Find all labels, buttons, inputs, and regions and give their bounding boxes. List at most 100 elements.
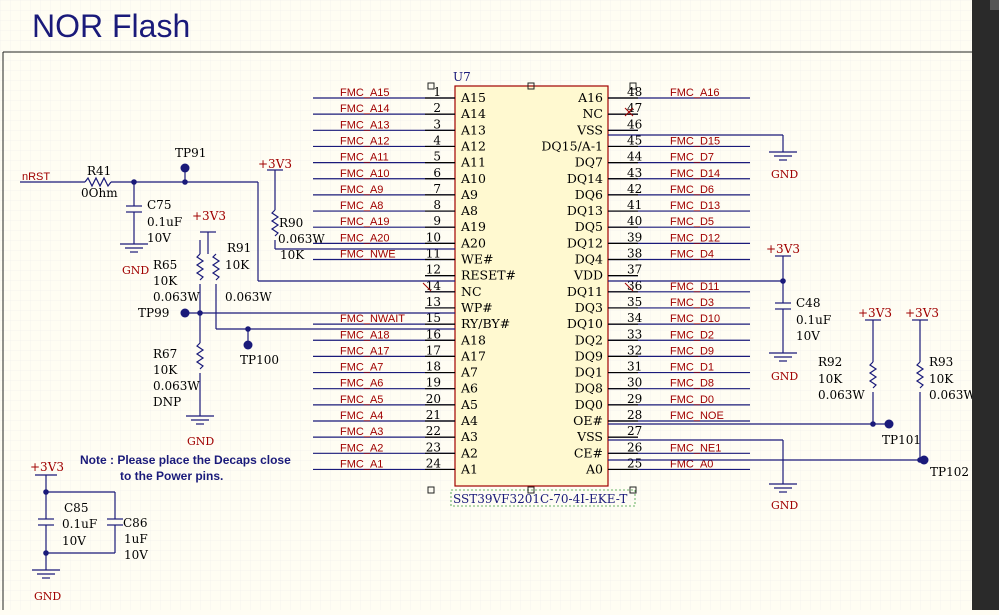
left-net-label-19: FMC_A6 [340, 378, 383, 390]
left-net-label-11: FMC_NWE [340, 249, 396, 261]
tp101-dot[interactable] [884, 419, 894, 429]
right-pin-number-34: 34 [627, 311, 643, 325]
right-net-label-31: FMC_D1 [670, 362, 714, 374]
c85-ref: C85 [64, 501, 88, 515]
junction-vdd [780, 278, 786, 284]
right-pin-name-43: DQ14 [567, 171, 603, 186]
right-pin-name-39: DQ12 [567, 235, 603, 250]
right-net-label-40: FMC_D5 [670, 216, 714, 228]
c85-voltage: 10V [62, 534, 86, 548]
right-pin-number-39: 39 [627, 230, 642, 244]
r93-value: 10K [929, 372, 954, 386]
r90-ref: R90 [279, 216, 303, 230]
right-pin-name-45: DQ15/A-1 [541, 138, 603, 153]
left-net-label-5: FMC_A11 [340, 152, 389, 164]
left-net-label-15: FMC_NWAIT [340, 313, 405, 325]
tp102-dot[interactable] [919, 455, 929, 465]
right-pin-name-46: VSS [576, 122, 603, 137]
r93-power: 0.063W [929, 388, 976, 402]
gnd-r67-label: GND [187, 435, 214, 448]
r91-power-label: +3V3 [192, 209, 226, 223]
right-net-label-41: FMC_D13 [670, 200, 720, 212]
left-pin-number-6: 6 [433, 166, 441, 180]
gnd-top-label: GND [771, 168, 798, 181]
right-net-label-39: FMC_D12 [670, 232, 720, 244]
left-pin-number-19: 19 [426, 376, 441, 390]
r65-power: 0.063W [153, 290, 200, 304]
r67-power: 0.063W [153, 379, 200, 393]
c48-ref: C48 [796, 296, 820, 310]
left-pin-name-15: RY/BY# [461, 316, 510, 331]
left-pin-name-6: A10 [460, 171, 486, 186]
right-pin-name-44: DQ7 [575, 155, 603, 170]
r65-value: 10K [153, 274, 178, 288]
gnd-c48-label: GND [771, 370, 798, 383]
left-pin-number-4: 4 [433, 133, 441, 147]
r91-power: 0.063W [225, 290, 272, 304]
right-net-label-32: FMC_D9 [670, 345, 714, 357]
gnd-bottom-label: GND [771, 499, 798, 512]
r67-value: 10K [153, 363, 178, 377]
right-net-label-43: FMC_D14 [670, 168, 720, 180]
gnd-decap-label: GND [34, 590, 61, 603]
right-pin-number-38: 38 [627, 247, 642, 261]
right-pin-name-34: DQ10 [567, 316, 603, 331]
schematic-canvas[interactable]: NOR Flash U7 SST39VF3201C-70-4I-EKE-T 1 A… [0, 0, 999, 610]
left-pin-name-5: A11 [460, 155, 486, 170]
left-net-label-1: FMC_A15 [340, 87, 390, 99]
left-pin-name-22: A3 [460, 429, 478, 444]
chip-ref: U7 [453, 70, 471, 84]
left-pin-name-2: A14 [460, 106, 486, 121]
tp100-label: TP100 [240, 353, 279, 367]
nrst-net-label: nRST [22, 171, 50, 183]
window-edge-tab[interactable] [990, 0, 999, 10]
right-pin-name-30: DQ8 [575, 381, 603, 396]
right-pin-number-25: 25 [627, 456, 642, 470]
tp99-dot[interactable] [180, 308, 190, 318]
left-pin-number-12: 12 [426, 263, 441, 277]
right-pin-name-26: CE# [574, 445, 603, 460]
r90-resistance: 10K [280, 248, 305, 262]
right-pin-name-48: A16 [577, 90, 603, 105]
left-net-label-7: FMC_A9 [340, 184, 383, 196]
left-pin-name-12: RESET# [461, 268, 516, 283]
junction-tp91 [182, 179, 188, 185]
r92-value: 10K [818, 372, 843, 386]
c86-value: 1uF [124, 532, 148, 546]
left-pin-number-23: 23 [426, 440, 441, 454]
right-pin-number-27: 27 [627, 424, 642, 438]
right-pin-name-32: DQ9 [575, 348, 603, 363]
right-net-label-30: FMC_D8 [670, 378, 714, 390]
left-pin-name-10: A20 [460, 235, 486, 250]
left-pin-name-9: A19 [460, 219, 486, 234]
tp91-label: TP91 [175, 146, 206, 160]
left-pin-number-10: 10 [426, 230, 441, 244]
c75-voltage: 10V [147, 231, 171, 245]
left-pin-name-4: A12 [460, 138, 486, 153]
right-pin-number-46: 46 [627, 117, 642, 131]
tp100-dot[interactable] [243, 340, 253, 350]
tp91-dot[interactable] [180, 163, 190, 173]
left-pin-name-18: A7 [460, 365, 478, 380]
right-pin-number-48: 48 [627, 85, 642, 99]
left-pin-number-7: 7 [433, 182, 441, 196]
junction-decap-top [43, 489, 49, 495]
left-net-label-24: FMC_A1 [340, 458, 383, 470]
junction-r65 [197, 310, 203, 316]
left-net-label-2: FMC_A14 [340, 103, 390, 115]
r92-power-label: +3V3 [858, 306, 892, 320]
right-pin-name-38: DQ4 [575, 252, 603, 267]
r91-ref: R91 [227, 241, 251, 255]
left-net-label-16: FMC_A18 [340, 329, 390, 341]
right-net-label-38: FMC_D4 [670, 249, 714, 261]
right-pin-number-28: 28 [627, 408, 642, 422]
junction-tp100 [245, 326, 251, 332]
left-pin-number-22: 22 [426, 424, 441, 438]
right-pin-number-31: 31 [627, 360, 642, 374]
left-pin-name-17: A17 [460, 348, 486, 363]
right-pin-number-35: 35 [627, 295, 642, 309]
window-edge-panel [972, 0, 999, 610]
r41-value: 0Ohm [81, 186, 118, 200]
c75-ref: C75 [147, 198, 171, 212]
left-pin-name-13: WP# [461, 300, 493, 315]
